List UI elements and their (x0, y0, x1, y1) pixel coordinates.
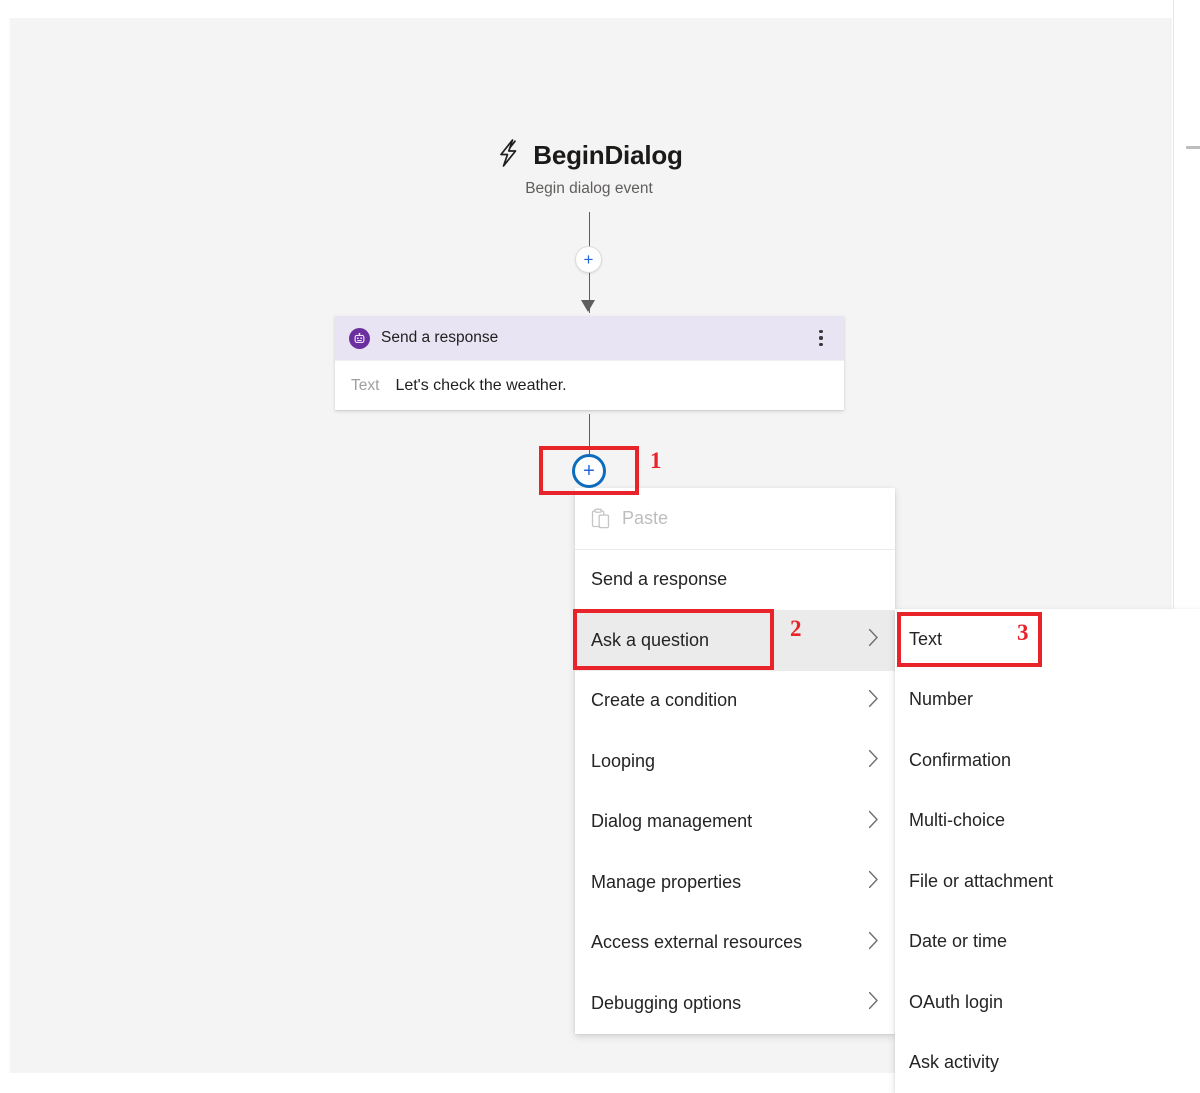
menu-item-label: OAuth login (909, 992, 1184, 1013)
menu-item-label: Ask a question (591, 630, 862, 651)
more-vertical-icon[interactable] (812, 330, 830, 346)
send-a-response-card[interactable]: Send a response Text Let's check the wea… (335, 316, 844, 410)
lightning-bolt-icon (495, 138, 521, 173)
menu-item-label: Manage properties (591, 872, 862, 893)
menu-item-dialog-management[interactable]: Dialog management (575, 792, 895, 853)
text-field-value[interactable]: Let's check the weather. (395, 377, 566, 395)
submenu-item-number[interactable]: Number (895, 670, 1200, 731)
submenu-item-oauth-login[interactable]: OAuth login (895, 972, 1200, 1033)
add-node-bottom-button[interactable]: + (572, 454, 606, 488)
menu-item-label: Ask activity (909, 1052, 1184, 1073)
submenu-item-confirmation[interactable]: Confirmation (895, 730, 1200, 791)
chevron-right-icon (868, 991, 879, 1015)
clipboard-paste-icon (591, 508, 610, 529)
menu-item-send-a-response[interactable]: Send a response (575, 550, 895, 611)
card-body[interactable]: Text Let's check the weather. (335, 360, 844, 410)
menu-item-label: Date or time (909, 931, 1184, 952)
chevron-right-icon (868, 931, 879, 955)
add-node-context-menu[interactable]: Paste Send a response Ask a question Create… (575, 488, 895, 1034)
trigger-title: BeginDialog (533, 140, 682, 171)
add-node-top-button[interactable]: + (575, 246, 602, 273)
submenu-item-date-or-time[interactable]: Date or time (895, 912, 1200, 973)
bot-icon (349, 328, 370, 349)
chevron-right-icon (868, 810, 879, 834)
menu-item-label: Multi-choice (909, 810, 1184, 831)
card-header[interactable]: Send a response (335, 316, 844, 360)
chevron-right-icon (868, 749, 879, 773)
submenu-item-multi-choice[interactable]: Multi-choice (895, 791, 1200, 852)
menu-item-label: Dialog management (591, 811, 862, 832)
menu-item-create-a-condition[interactable]: Create a condition (575, 671, 895, 732)
menu-item-label: Debugging options (591, 993, 862, 1014)
connector-arrowhead-top (581, 300, 595, 312)
chevron-right-icon (868, 628, 879, 652)
menu-item-looping[interactable]: Looping (575, 731, 895, 792)
trigger-title-row: BeginDialog (388, 138, 790, 173)
chevron-right-icon (868, 870, 879, 894)
menu-item-label: Looping (591, 751, 862, 772)
trigger-subtitle: Begin dialog event (388, 180, 790, 198)
menu-item-label: Confirmation (909, 750, 1184, 771)
trigger-node[interactable]: BeginDialog Begin dialog event (388, 138, 790, 198)
menu-item-access-external-resources[interactable]: Access external resources (575, 913, 895, 974)
menu-item-manage-properties[interactable]: Manage properties (575, 852, 895, 913)
menu-item-label: Text (909, 629, 1184, 650)
card-title: Send a response (381, 329, 812, 347)
plus-icon: + (584, 251, 594, 268)
plus-icon: + (583, 461, 595, 481)
menu-item-label: Number (909, 689, 1184, 710)
menu-item-label: Create a condition (591, 690, 862, 711)
menu-item-label: Send a response (591, 569, 879, 590)
submenu-item-file-or-attachment[interactable]: File or attachment (895, 851, 1200, 912)
menu-item-ask-a-question[interactable]: Ask a question (575, 610, 895, 671)
menu-item-paste: Paste (575, 488, 895, 549)
text-field-label: Text (351, 377, 379, 395)
connector-line-bottom (589, 414, 591, 456)
menu-item-label: Access external resources (591, 932, 862, 953)
menu-item-label: File or attachment (909, 871, 1184, 892)
submenu-item-text[interactable]: Text (895, 609, 1200, 670)
menu-item-label: Paste (622, 508, 879, 529)
chevron-right-icon (868, 689, 879, 713)
menu-item-debugging-options[interactable]: Debugging options (575, 973, 895, 1034)
ask-a-question-submenu[interactable]: Text Number Confirmation Multi-choice File o… (895, 609, 1200, 1093)
panel-resize-handle[interactable] (1186, 146, 1200, 149)
submenu-item-ask-activity[interactable]: Ask activity (895, 1033, 1200, 1093)
